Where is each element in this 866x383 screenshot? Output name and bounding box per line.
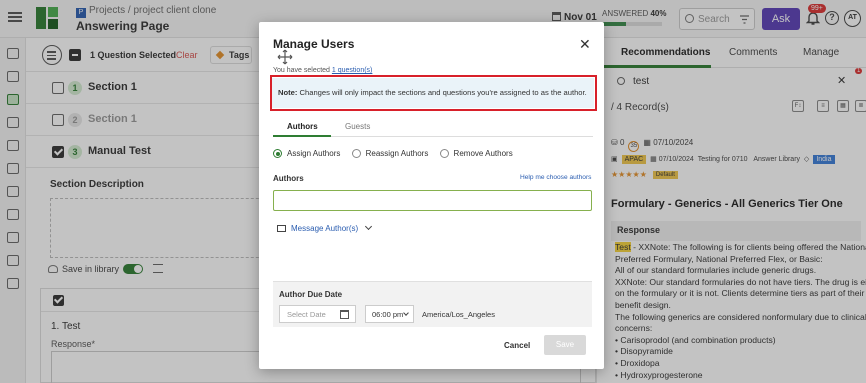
cancel-button[interactable]: Cancel [504, 341, 530, 350]
selected-questions-link[interactable]: 1 question(s) [332, 67, 372, 74]
date-placeholder: Select Date [287, 310, 326, 319]
authors-label: Authors [273, 174, 304, 183]
due-date-label: Author Due Date [279, 290, 343, 299]
radio-dot[interactable] [273, 149, 282, 158]
author-due-date-section: Author Due Date Select Date 06:00 pm Ame… [273, 281, 592, 327]
calendar-icon[interactable] [340, 310, 349, 319]
message-authors-label: Message Author(s) [291, 224, 359, 233]
author-action-group: Assign Authors Reassign Authors Remove A… [273, 149, 522, 158]
selection-prefix: You have selected [273, 67, 332, 74]
close-icon[interactable]: ✕ [579, 36, 591, 53]
save-button[interactable]: Save [544, 335, 586, 355]
radio-assign-authors[interactable]: Assign Authors [273, 149, 340, 158]
selection-summary: You have selected 1 question(s) [273, 67, 372, 74]
dialog-tabs: Authors Guests [273, 119, 593, 137]
help-choose-authors-link[interactable]: Help me choose authors [520, 174, 591, 181]
highlight-box [270, 75, 597, 111]
radio-reassign-authors[interactable]: Reassign Authors [351, 149, 429, 158]
radio-dot[interactable] [439, 149, 449, 158]
move-cursor-icon [277, 49, 293, 65]
radio-label: Reassign Authors [365, 149, 429, 158]
radio-dot[interactable] [351, 149, 361, 158]
active-tab-indicator [273, 135, 331, 137]
radio-remove-authors[interactable]: Remove Authors [439, 149, 513, 158]
tab-guests[interactable]: Guests [345, 122, 370, 131]
time-value: 06:00 pm [372, 310, 404, 319]
date-picker[interactable]: Select Date [279, 305, 356, 323]
timezone-label: America/Los_Angeles [422, 310, 495, 319]
time-select[interactable]: 06:00 pm [365, 305, 414, 323]
chevron-down-icon [403, 310, 409, 316]
manage-users-dialog: Manage Users ✕ You have selected 1 quest… [259, 22, 604, 369]
mail-icon [277, 225, 286, 232]
tab-authors[interactable]: Authors [287, 122, 318, 131]
authors-input[interactable] [273, 190, 592, 211]
chevron-down-icon [365, 222, 373, 231]
radio-label: Remove Authors [453, 149, 513, 158]
radio-label: Assign Authors [287, 149, 341, 158]
message-authors-toggle[interactable]: Message Author(s) [277, 222, 373, 233]
